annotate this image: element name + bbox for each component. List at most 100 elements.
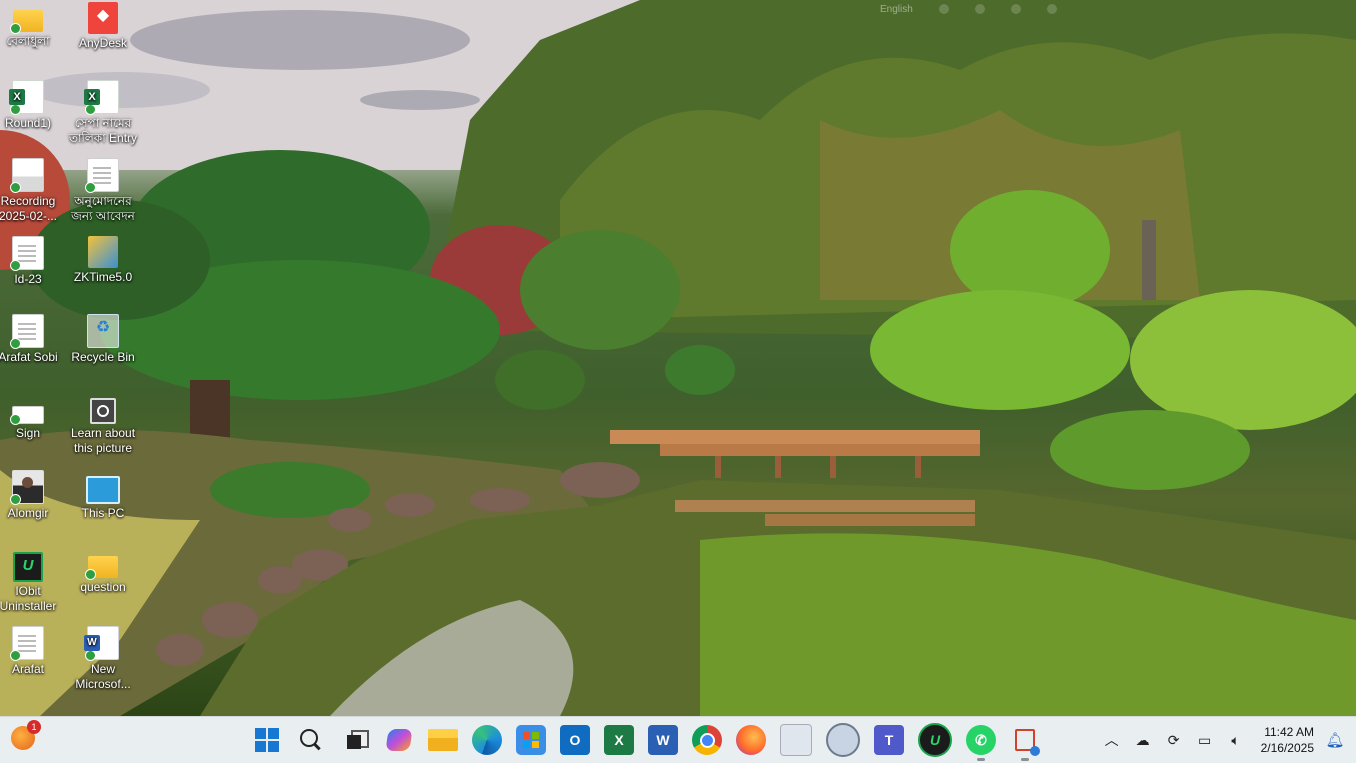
desktop-icon-document[interactable]: Arafat Sobi xyxy=(0,314,64,365)
desktop-icon-label: Id-23 xyxy=(14,272,42,286)
desktop-icon-folder[interactable]: বেলাধুলা xyxy=(0,2,64,49)
desktop-icon-document[interactable]: অনুমোদনের জন্য আবেদন xyxy=(67,158,139,224)
search-button[interactable] xyxy=(296,725,326,755)
excel-button[interactable]: X xyxy=(604,725,634,755)
hint-icon xyxy=(1010,4,1021,14)
desktop-icon-video-file[interactable]: Recording 2025-02-... xyxy=(0,158,64,224)
chrome-button[interactable] xyxy=(692,725,722,755)
desktop-icon-label: Arafat Sobi xyxy=(0,350,58,364)
teams-button[interactable]: T xyxy=(874,725,904,755)
desktop-icon-label: Learn about this picture xyxy=(70,426,136,455)
anydesk-icon xyxy=(88,2,118,34)
start-button[interactable] xyxy=(252,725,282,755)
whatsapp-icon: ✆ xyxy=(975,731,987,748)
clock-button[interactable]: 11:42 AM 2/16/2025 xyxy=(1261,724,1314,756)
desktop-icon-learn-picture[interactable]: Learn about this picture xyxy=(67,392,139,456)
word-icon: W xyxy=(656,732,670,748)
desktop-icon-this-pc[interactable]: This PC xyxy=(67,470,139,521)
sync-button[interactable]: ⟳ xyxy=(1163,729,1185,751)
search-icon xyxy=(300,729,318,747)
excel-file-icon xyxy=(84,80,119,115)
document-icon xyxy=(10,314,44,349)
firefox-button[interactable] xyxy=(736,725,766,755)
chevron-up-icon: ︿ xyxy=(1104,732,1119,748)
learn-picture-icon xyxy=(90,398,116,424)
system-tray: ︿ ☁ ⟳ ▭ 🔈︎ 11:42 AM 2/16/2025 🔔︎ xyxy=(1092,717,1356,763)
desktop-icon-label: Arafat xyxy=(11,662,44,676)
desktop-icon-zktime[interactable]: ZKTime5.0 xyxy=(67,236,139,285)
notifications-button[interactable]: 🔔︎ xyxy=(1324,729,1346,751)
desktop-icon-label: Round1) xyxy=(4,116,52,130)
store-button[interactable] xyxy=(516,725,546,755)
remote-desktop-button[interactable] xyxy=(826,723,860,757)
desktop-icon-document[interactable]: Id-23 xyxy=(0,236,64,287)
edge-button[interactable] xyxy=(472,725,502,755)
whatsapp-button[interactable]: ✆ xyxy=(966,725,996,761)
folder-icon xyxy=(10,10,43,34)
task-view-button[interactable] xyxy=(340,725,370,755)
word-button[interactable]: W xyxy=(648,725,678,755)
clock-date: 2/16/2025 xyxy=(1260,741,1314,755)
desktop-icon-word-file[interactable]: New Microsof... xyxy=(67,626,139,692)
desktop-icon-iobit[interactable]: IObit Uninstaller xyxy=(0,548,64,614)
desktop-icon-document[interactable]: Arafat xyxy=(0,626,64,677)
snipping-tool-icon xyxy=(1015,729,1040,756)
wallpaper-landscape xyxy=(0,0,1356,716)
desktop-icon-label: question xyxy=(80,580,126,594)
desktop-icon-excel-file[interactable]: সেপা নামের তালিকা Entry xyxy=(67,80,139,146)
teams-icon: T xyxy=(884,732,894,748)
screenshot-tool-button[interactable] xyxy=(780,724,812,756)
desktop-icon-label: Sign xyxy=(15,426,41,440)
iobit-button[interactable]: U xyxy=(918,723,952,757)
desktop-icon-label: Recycle Bin xyxy=(71,350,135,364)
desktop-icon-label: This PC xyxy=(81,506,125,520)
desktop-icon-anydesk[interactable]: AnyDesk xyxy=(67,2,139,51)
onedrive-button[interactable]: ☁ xyxy=(1132,729,1154,751)
volume-button[interactable]: 🔈︎ xyxy=(1225,729,1247,751)
speaker-icon: 🔈︎ xyxy=(1231,731,1240,748)
desktop-icon-excel-file[interactable]: Round1) xyxy=(0,80,64,131)
show-hidden-icons-button[interactable]: ︿ xyxy=(1101,729,1123,751)
outlook-button[interactable]: O xyxy=(560,725,590,755)
zktime-icon xyxy=(88,236,118,268)
bell-icon: 🔔︎ xyxy=(1325,732,1345,749)
photo-icon xyxy=(10,470,44,505)
excel-icon: X xyxy=(614,732,624,748)
desktop-icon-label: New Microsof... xyxy=(75,662,131,691)
desktop-icon-label: Alomgir xyxy=(7,506,49,520)
desktop-icon-recycle-bin[interactable]: Recycle Bin xyxy=(67,314,139,365)
copilot-button[interactable] xyxy=(384,725,414,755)
excel-file-icon xyxy=(9,80,44,115)
desktop-icon-label: IObit Uninstaller xyxy=(0,584,57,613)
language-indicator: English xyxy=(880,3,913,15)
clock-time: 11:42 AM xyxy=(1264,725,1314,739)
desktop-icon-image-file[interactable]: Sign xyxy=(0,392,64,441)
desktop-wallpaper xyxy=(0,0,1356,716)
desktop-icon-photo[interactable]: Alomgir xyxy=(0,470,64,521)
snipping-tool-button[interactable] xyxy=(1010,725,1040,761)
document-icon xyxy=(10,236,44,271)
file-explorer-button[interactable] xyxy=(428,729,458,751)
image-file-icon xyxy=(10,406,44,425)
iobit-icon xyxy=(13,552,43,582)
desktop-icon-label: অনুমোদনের জন্য আবেদন xyxy=(71,194,135,223)
taskbar: 1 O X W T U ✆ ︿ ☁ ⟳ ▭ 🔈︎ 11:42 AM 2/16/2… xyxy=(0,716,1356,763)
folder-icon xyxy=(85,556,118,580)
cloud-icon: ☁ xyxy=(1135,731,1150,748)
this-pc-icon xyxy=(86,476,120,504)
hint-icon xyxy=(1046,4,1057,14)
desktop-icon-label: AnyDesk xyxy=(78,36,128,50)
sync-icon: ⟳ xyxy=(1167,731,1180,748)
top-hint-bar: English xyxy=(880,0,1180,18)
desktop-icon-folder[interactable]: question xyxy=(67,548,139,595)
taskbar-apps: O X W T U ✆ xyxy=(252,717,1040,763)
document-icon xyxy=(85,158,119,193)
widgets-button[interactable]: 1 xyxy=(11,720,41,752)
copilot-icon xyxy=(385,729,413,751)
desktop-icon-label: সেপা নামের তালিকা Entry xyxy=(68,116,138,145)
store-icon xyxy=(523,732,539,748)
network-button[interactable]: ▭ xyxy=(1194,729,1216,751)
hint-icon xyxy=(974,4,985,14)
document-icon xyxy=(10,626,44,661)
windows-start-icon xyxy=(255,728,279,752)
